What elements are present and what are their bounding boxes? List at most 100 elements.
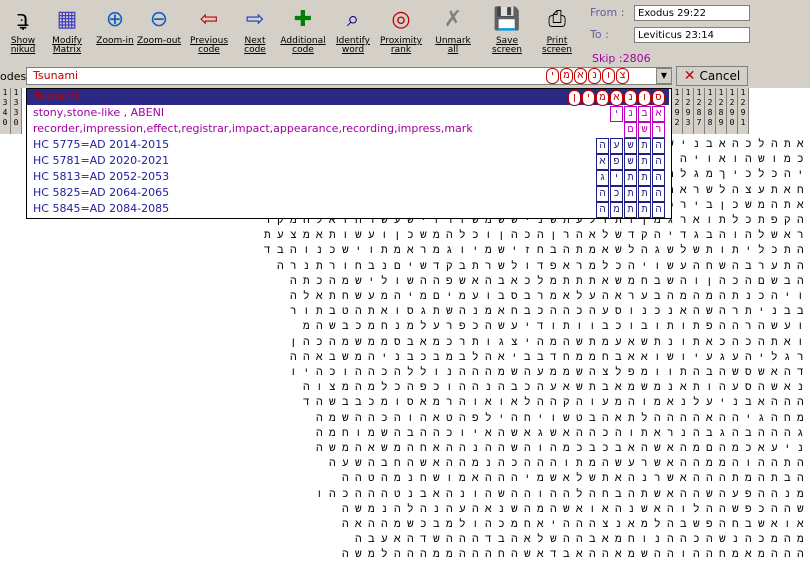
matrix-row: מנההפעהשההאשתהבחהלההוההשהונהאבנטהההכהו bbox=[315, 486, 810, 500]
zoom-in-icon: ⊕ bbox=[105, 6, 125, 32]
dropdown-letter-cell: ה bbox=[652, 154, 665, 170]
dropdown-letter-cell: ו bbox=[638, 90, 651, 106]
next-code-button[interactable]: ⇨ Next code bbox=[232, 2, 278, 64]
left-row-number-column: 1 3 4 0 bbox=[0, 88, 11, 134]
from-label: From : bbox=[590, 6, 625, 19]
matrix-row: התההוהממההאשרעשהמתוהההכהנמההאשהחבהשעה bbox=[328, 456, 810, 470]
dropdown-item[interactable]: stony,stone-like , ABENI bbox=[33, 105, 164, 121]
print-screen-button[interactable]: ⎙ Print screen bbox=[534, 2, 580, 64]
right-row-number-column: 1 2 8 8 bbox=[705, 88, 716, 134]
toolbar: בָּ Show nikud ▦ Modify Matrix ⊕ Zoom-in ⊖ Zoom… bbox=[0, 0, 810, 67]
matrix-row: הבתהמתהההאשרנהאתשלאשמיהההאמושחנמהטהה bbox=[341, 471, 810, 485]
toolbar-button-label: Next code bbox=[244, 36, 266, 55]
unmark-button[interactable]: ✗ Unmark all bbox=[430, 2, 476, 64]
from-field[interactable]: Exodus 29:22 bbox=[634, 5, 750, 21]
matrix-row: דהאשסשהבהתוומפלצהשממעהשמהההנוללהכההוכהיו bbox=[289, 365, 810, 378]
zoom-out-button[interactable]: ⊖ Zoom-out bbox=[136, 2, 182, 64]
toolbar-button-label: Zoom-in bbox=[96, 36, 134, 46]
matrix-row: אואשבחהפשבהלמאנצהההיאחמכהולמבכשמההאה bbox=[341, 517, 810, 530]
dropdown-letter-cell: ן bbox=[568, 90, 581, 106]
dropdown-item-letters: התתמה bbox=[596, 202, 665, 218]
dropdown-letter-cell: ב bbox=[638, 106, 651, 122]
dropdown-item[interactable]: recorder,impression,effect,registrar,imp… bbox=[33, 121, 473, 137]
toolbar-button-label: Show nikud bbox=[10, 36, 36, 55]
matrix-row: מהמכהנשהכההנוחמאבההשלאהבדהההשדהאעבה bbox=[354, 532, 810, 546]
code-search-value: Tsunami bbox=[33, 69, 79, 82]
proximity-rank-icon: ◎ bbox=[391, 6, 411, 32]
dropdown-item-label: HC 5781=AD 2020-2021 bbox=[33, 154, 170, 167]
matrix-row: התערבהשחהעשויהכלמראפדולשרתבקדשיםנבחורתנר… bbox=[276, 258, 810, 272]
dropdown-letter-cell: ת bbox=[624, 170, 637, 186]
to-field[interactable]: Leviticus 23:14 bbox=[634, 27, 750, 43]
skip-label: Skip :2806 bbox=[592, 52, 651, 65]
dropdown-letter-cell: ם bbox=[624, 122, 637, 138]
matrix-row: הההאבניעלנאמוהמעוהקההלאואוהרמאסומכבבשהד bbox=[302, 395, 810, 409]
dropdown-letter-cell: ש bbox=[624, 138, 637, 154]
dropdown-letter-cell: ת bbox=[624, 186, 637, 202]
dropdown-letter-cell: י bbox=[582, 90, 595, 106]
matrix-row: גהההבהגבהנראתוהכההאשגאשהאיוכההבהשמוחמה bbox=[315, 425, 810, 439]
save-screen-icon: 💾 bbox=[493, 6, 521, 32]
nikud-button[interactable]: בָּ Show nikud bbox=[0, 2, 46, 64]
hebrew-code-letter: א bbox=[574, 68, 587, 84]
dropdown-letter-cell: ה bbox=[652, 186, 665, 202]
cancel-label: Cancel bbox=[699, 69, 741, 83]
cancel-x-icon: ✕ bbox=[683, 68, 696, 84]
zoom-in-button[interactable]: ⊕ Zoom-in bbox=[92, 2, 138, 64]
right-row-number-column: 1 2 9 0 bbox=[727, 88, 738, 134]
dropdown-item[interactable]: HC 5775=AD 2014-2015 bbox=[33, 137, 169, 153]
hebrew-code-display: צונאמי bbox=[546, 68, 629, 84]
dropdown-item-letters: התתיג bbox=[596, 170, 665, 186]
right-row-number-column: 1 2 8 9 bbox=[716, 88, 727, 134]
additional-code-button[interactable]: ✚ Additional code bbox=[280, 2, 326, 64]
matrix-row: התכליתותשלשגהלשאמתהבחזישמיוגמראמתוישכנוה… bbox=[263, 243, 810, 257]
code-dropdown-list[interactable]: Tsunami ס ו נ א מ י ן stony,stone-like , ABENI א ב… bbox=[26, 88, 672, 219]
dropdown-item-label: Tsunami bbox=[33, 90, 79, 103]
matrix-row: בבניתרהשהאנכנוסעהכההכבחאמנהשתגסואתהטבתור bbox=[289, 304, 810, 318]
dropdown-item-letters: התשעה bbox=[596, 138, 665, 154]
dropdown-letter-cell: ת bbox=[624, 202, 637, 218]
right-row-number-column: 1 2 9 3 bbox=[683, 88, 694, 134]
matrix-row: רגליהעגעיושואאבחממחדבביאהלבמבכבניהמשבאהה bbox=[289, 349, 810, 363]
dropdown-letter-cell: ר bbox=[652, 122, 665, 138]
dropdown-letter-cell: ע bbox=[610, 138, 623, 154]
dropdown-letter-cell: כ bbox=[610, 186, 623, 202]
dropdown-item[interactable]: HC 5781=AD 2020-2021 bbox=[33, 153, 169, 169]
dropdown-letter-cell: מ bbox=[596, 90, 609, 106]
dropdown-item[interactable]: HC 5845=AD 2084-2085 bbox=[33, 201, 169, 217]
print-screen-icon: ⎙ bbox=[548, 6, 566, 32]
dropdown-letter-cell: נ bbox=[624, 90, 637, 106]
dropdown-letter-cell: ה bbox=[596, 202, 609, 218]
range-box: From : Exodus 29:22 To : Leviticus 23:14… bbox=[588, 2, 810, 65]
dropdown-letter-cell: ת bbox=[638, 154, 651, 170]
right-row-number-column: 1 2 9 2 bbox=[672, 88, 683, 134]
left-row-number-column: 1 3 3 0 bbox=[11, 88, 22, 134]
dropdown-letter-cell: נ bbox=[624, 106, 637, 122]
save-screen-button[interactable]: 💾 Save screen bbox=[484, 2, 530, 64]
toolbar-button-label: Unmark all bbox=[435, 36, 471, 55]
cancel-button[interactable]: ✕ Cancel bbox=[676, 66, 748, 86]
dropdown-item-label: HC 5825=AD 2064-2065 bbox=[33, 186, 170, 199]
matrix-row: ואתהכהכאתונתשאעמתשהמהיצגותרכמאבסממשמהכהן bbox=[289, 334, 810, 348]
identify-word-button[interactable]: ⌕ Identify word bbox=[330, 2, 376, 64]
toolbar-button-label: Zoom-out bbox=[136, 36, 182, 46]
matrix-row: מחהגיההאההההלתאהבטשויחהילפהטאהוהכההשמה bbox=[315, 410, 810, 424]
right-row-number-column: 1 2 9 1 bbox=[738, 88, 749, 134]
hebrew-code-letter: נ bbox=[588, 68, 601, 84]
toolbar-button-label: Print screen bbox=[542, 36, 572, 55]
hebrew-code-letter: צ bbox=[616, 68, 629, 84]
dropdown-letter-cell: א bbox=[596, 154, 609, 170]
dropdown-arrow-icon[interactable]: ▼ bbox=[656, 68, 672, 84]
next-code-icon: ⇨ bbox=[245, 6, 265, 32]
matrix-row: ויהכנתהמהמהבעראהעלאמרבסבועמיםמיהמעשחתאלה bbox=[289, 289, 810, 302]
matrix-button[interactable]: ▦ Modify Matrix bbox=[44, 2, 90, 64]
dropdown-letter-cell: ה bbox=[596, 138, 609, 154]
identify-word-icon: ⌕ bbox=[346, 6, 360, 32]
dropdown-letter-cell: ס bbox=[652, 90, 665, 106]
hebrew-code-letter: ו bbox=[602, 68, 615, 84]
proximity-rank-button[interactable]: ◎ Proximity rank bbox=[378, 2, 424, 64]
dropdown-letter-cell: ה bbox=[596, 186, 609, 202]
dropdown-item[interactable]: HC 5825=AD 2064-2065 bbox=[33, 185, 169, 201]
dropdown-item[interactable]: HC 5813=AD 2052-2053 bbox=[33, 169, 169, 185]
previous-code-button[interactable]: ⇦ Previous code bbox=[186, 2, 232, 64]
